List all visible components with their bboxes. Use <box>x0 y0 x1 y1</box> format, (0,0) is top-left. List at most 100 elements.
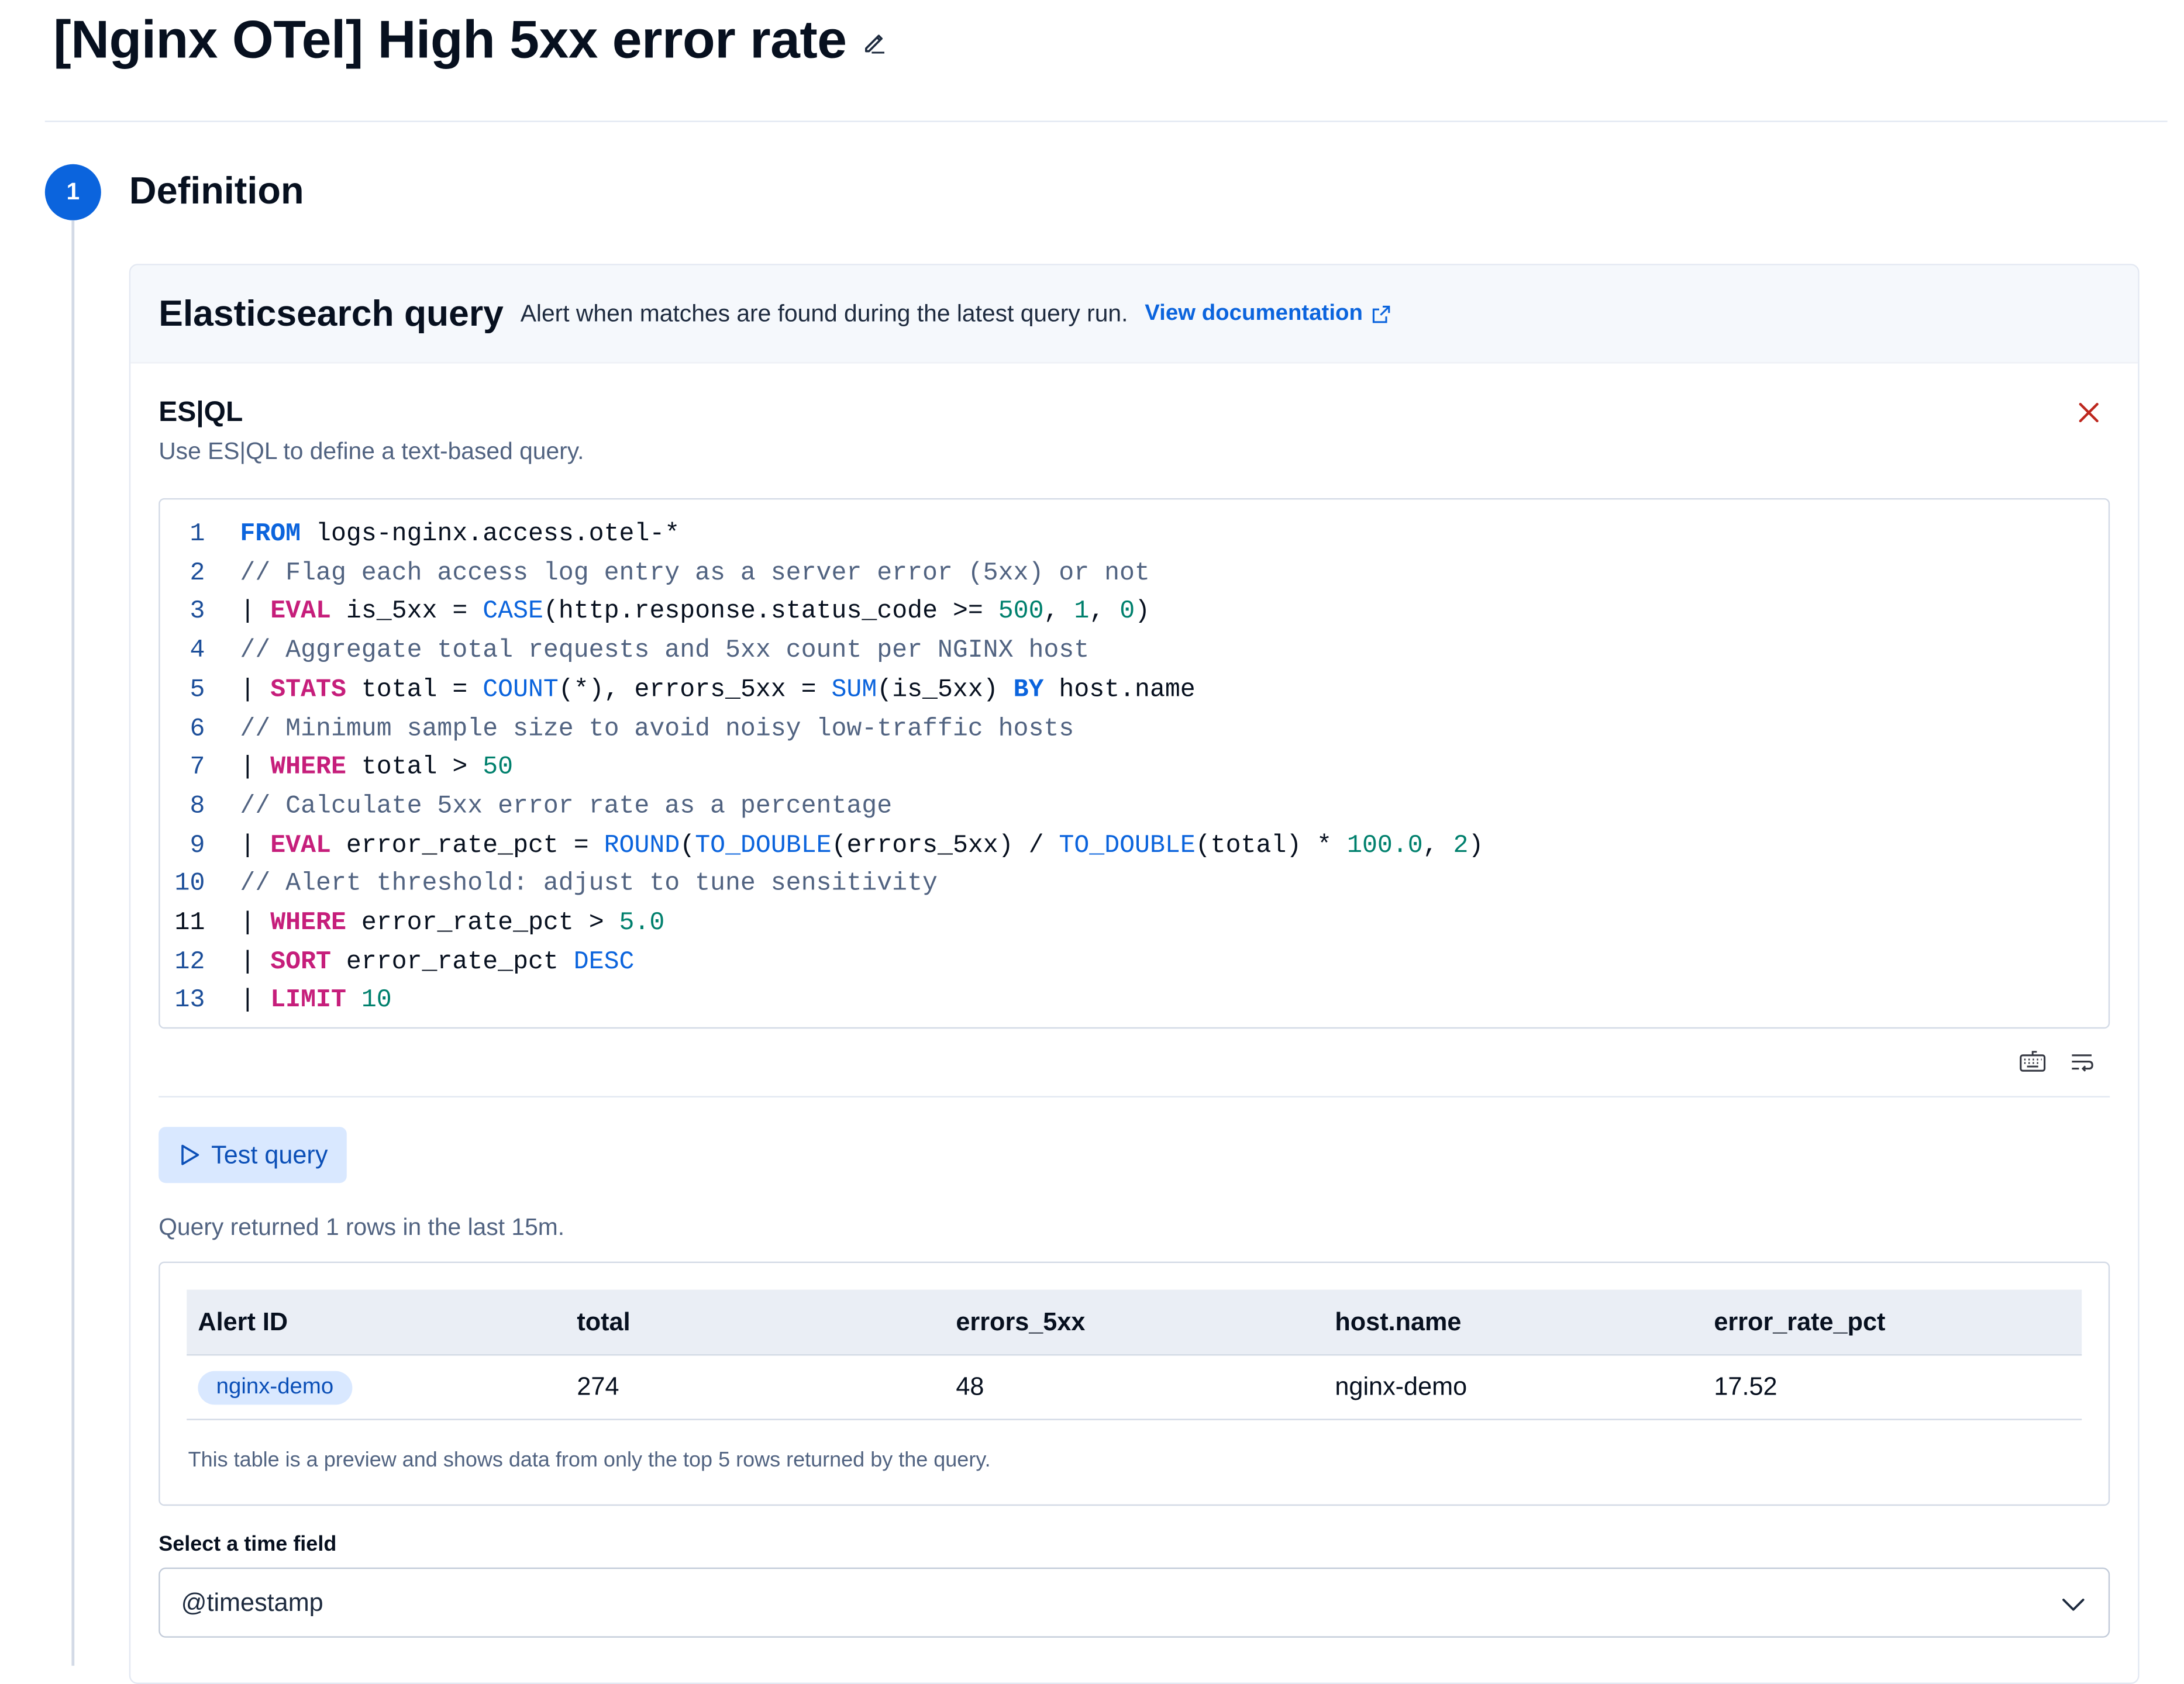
code-token: // Alert threshold: adjust to tune sensi… <box>240 870 938 899</box>
table-cell: nginx-demo <box>1335 1372 1468 1401</box>
code-token: 1 <box>1074 598 1090 627</box>
code-line[interactable]: 1 FROM logs-nginx.access.otel-* <box>160 515 680 554</box>
code-line[interactable]: 13 | LIMIT 10 <box>160 982 392 1021</box>
code-token: , <box>1089 598 1120 627</box>
column-header: total <box>577 1307 631 1336</box>
code-token: (http.response.status_code >= <box>543 598 998 627</box>
code-token: FROM <box>240 520 301 549</box>
code-token: ) <box>1135 598 1150 627</box>
code-token: | <box>240 987 271 1016</box>
line-number: 1 <box>190 520 205 549</box>
line-number: 5 <box>190 676 205 705</box>
code-line[interactable]: 7 | WHERE total > 50 <box>160 748 513 788</box>
line-number: 3 <box>190 598 205 627</box>
code-token: LIMIT <box>270 987 346 1016</box>
code-token: BY <box>1013 676 1044 705</box>
code-token: WHERE <box>270 909 346 938</box>
word-wrap-icon[interactable] <box>2068 1048 2096 1076</box>
column-header: error_rate_pct <box>1714 1307 1886 1336</box>
alert-id-badge[interactable]: nginx-demo <box>198 1371 352 1405</box>
code-token: TO_DOUBLE <box>695 831 832 860</box>
keyboard-icon[interactable] <box>2018 1048 2047 1076</box>
code-token: | <box>240 831 271 860</box>
esql-code-editor[interactable]: 1 FROM logs-nginx.access.otel-* 2 // Flag e… <box>159 498 2110 1029</box>
column-header: errors_5xx <box>956 1307 1086 1336</box>
test-query-button[interactable]: Test query <box>159 1127 347 1183</box>
code-token: error_rate_pct = <box>330 831 604 860</box>
code-line[interactable]: 6 // Minimum sample size to avoid noisy l… <box>160 709 1074 748</box>
line-number: 10 <box>174 870 205 899</box>
test-query-label: Test query <box>211 1140 328 1169</box>
code-token: 500 <box>998 598 1044 627</box>
time-field-label: Select a time field <box>159 1532 337 1557</box>
code-token: 0 <box>1119 598 1135 627</box>
rule-type-description: Alert when matches are found during the … <box>520 299 1128 326</box>
code-line[interactable]: 4 // Aggregate total requests and 5xx cou… <box>160 632 1090 671</box>
column-header: host.name <box>1335 1307 1462 1336</box>
line-number: 13 <box>174 987 205 1016</box>
code-token: // Flag each access log entry as a serve… <box>240 559 1150 588</box>
table-preview-note: This table is a preview and shows data f… <box>188 1448 991 1472</box>
code-line[interactable]: 5 | STATS total = COUNT(*), errors_5xx = … <box>160 671 1196 710</box>
code-line[interactable]: 10 // Alert threshold: adjust to tune sen… <box>160 865 938 904</box>
rule-definition-panel: Elasticsearch query Alert when matches a… <box>129 264 2140 1684</box>
pencil-icon[interactable] <box>861 27 889 56</box>
code-token: 2 <box>1453 831 1469 860</box>
code-token: | <box>240 754 271 782</box>
line-number: 4 <box>190 637 205 665</box>
table-header: Alert ID total errors_5xx host.name erro… <box>187 1289 2082 1356</box>
view-documentation-label: View documentation <box>1145 301 1363 325</box>
code-token: COUNT <box>483 676 559 705</box>
line-number: 11 <box>174 909 205 938</box>
code-token: (*), errors_5xx = <box>558 676 832 705</box>
step-number: 1 <box>44 164 101 220</box>
code-token: STATS <box>270 676 346 705</box>
view-documentation-link[interactable]: View documentation <box>1145 301 1391 326</box>
time-field-select[interactable]: @timestamp <box>159 1567 2110 1638</box>
code-token: TO_DOUBLE <box>1059 831 1196 860</box>
code-line[interactable]: 9 | EVAL error_rate_pct = ROUND(TO_DOUBLE… <box>160 826 1484 865</box>
close-icon[interactable] <box>2076 400 2102 425</box>
line-number: 8 <box>190 792 205 821</box>
table-cell: 48 <box>956 1372 984 1401</box>
code-token: SORT <box>270 948 331 976</box>
code-token: 100.0 <box>1347 831 1423 860</box>
code-token: (is_5xx) <box>877 676 1014 705</box>
editor-divider <box>159 1096 2110 1098</box>
code-line[interactable]: 8 // Calculate 5xx error rate as a percen… <box>160 787 893 826</box>
code-line[interactable]: 11 | WHERE error_rate_pct > 5.0 <box>160 904 665 943</box>
line-number: 2 <box>190 559 205 588</box>
time-field-value: @timestamp <box>181 1588 323 1617</box>
code-token: 10 <box>361 987 392 1016</box>
query-result-text: Query returned 1 rows in the last 15m. <box>159 1214 565 1241</box>
code-token: // Minimum sample size to avoid noisy lo… <box>240 715 1074 743</box>
code-token: error_rate_pct <box>330 948 574 976</box>
alert-id-cell: nginx-demo <box>198 1355 352 1405</box>
code-token: (errors_5xx) / <box>831 831 1059 860</box>
code-token: 50 <box>483 754 514 782</box>
code-token: total > <box>346 754 483 782</box>
table-cell: 274 <box>577 1372 619 1401</box>
step-connector <box>71 220 75 1666</box>
line-number: 12 <box>174 948 205 976</box>
code-line[interactable]: 12 | SORT error_rate_pct DESC <box>160 943 635 982</box>
esql-description: Use ES|QL to define a text-based query. <box>159 437 584 465</box>
query-results-preview: Alert ID total errors_5xx host.name erro… <box>159 1261 2110 1506</box>
code-token: DESC <box>573 948 635 976</box>
code-token: ) <box>1468 831 1484 860</box>
header-divider <box>44 120 2168 122</box>
code-token: | <box>240 676 271 705</box>
line-number: 7 <box>190 754 205 782</box>
column-header: Alert ID <box>198 1307 288 1336</box>
code-line[interactable]: 2 // Flag each access log entry as a serv… <box>160 554 1150 593</box>
code-token: // Aggregate total requests and 5xx coun… <box>240 637 1090 665</box>
code-token: EVAL <box>270 831 331 860</box>
code-token: is_5xx = <box>330 598 483 627</box>
code-token: host.name <box>1043 676 1196 705</box>
chevron-down-icon <box>2062 1599 2085 1611</box>
code-token: | <box>240 909 271 938</box>
code-token: WHERE <box>270 754 346 782</box>
code-token: logs-nginx.access.otel-* <box>301 520 680 549</box>
code-line[interactable]: 3 | EVAL is_5xx = CASE(http.response.stat… <box>160 593 1150 632</box>
